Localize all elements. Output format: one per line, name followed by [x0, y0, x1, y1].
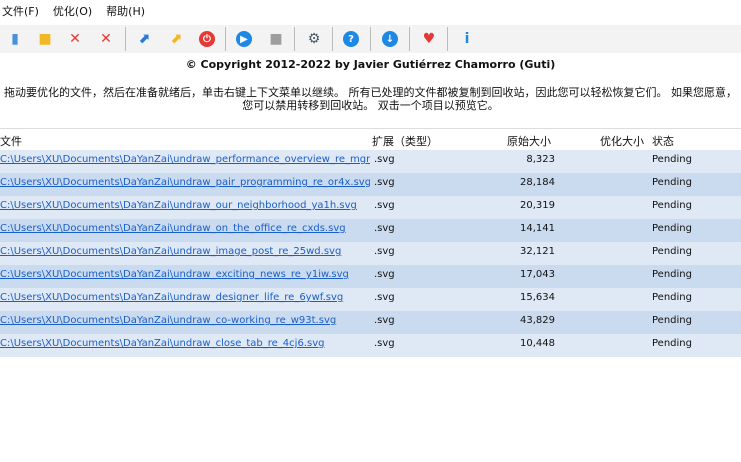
status: Pending [652, 292, 692, 303]
table-header: 文件 扩展（类型） 原始大小 优化大小 状态 [0, 128, 741, 149]
description: 拖动要优化的文件，然后在准备就绪后，单击右键上下文菜单以继续。 所有已处理的文件… [4, 86, 737, 112]
update-icon[interactable]: ↓ [380, 29, 400, 49]
status: Pending [652, 223, 692, 234]
toolbar-separator [332, 27, 333, 51]
clear-all-icon[interactable]: ✕ [96, 29, 116, 49]
col-file[interactable]: 文件 [0, 133, 22, 149]
table-row[interactable]: C:\Users\XU\Documents\DaYanZai\undraw_pe… [0, 150, 741, 173]
toolbar-separator [294, 27, 295, 51]
toolbar-separator [409, 27, 410, 51]
copyright: © Copyright 2012-2022 by Javier Gutiérre… [185, 58, 556, 71]
ext: .svg [374, 177, 395, 188]
file-path[interactable]: C:\Users\XU\Documents\DaYanZai\undraw_ou… [0, 200, 370, 211]
file-path[interactable]: C:\Users\XU\Documents\DaYanZai\undraw_pe… [0, 154, 370, 165]
status: Pending [652, 246, 692, 257]
add-folder-icon[interactable]: ■ [35, 29, 55, 49]
file-path[interactable]: C:\Users\XU\Documents\DaYanZai\undraw_co… [0, 315, 370, 326]
heart-icon[interactable]: ♥ [419, 29, 439, 49]
col-opt[interactable]: 优化大小 [600, 133, 644, 149]
table-row[interactable]: C:\Users\XU\Documents\DaYanZai\undraw_ou… [0, 196, 741, 219]
ext: .svg [374, 223, 395, 234]
table-row[interactable]: C:\Users\XU\Documents\DaYanZai\undraw_co… [0, 311, 741, 334]
orig-size: 28,184 [520, 177, 555, 188]
toolbar-separator [370, 27, 371, 51]
status: Pending [652, 338, 692, 349]
ext: .svg [374, 200, 395, 211]
info-icon[interactable]: i [457, 29, 477, 49]
toolbar-separator [225, 27, 226, 51]
toolbar-separator [447, 27, 448, 51]
ext: .svg [374, 154, 395, 165]
add-file-icon[interactable]: ▮ [5, 29, 25, 49]
file-path[interactable]: C:\Users\XU\Documents\DaYanZai\undraw_de… [0, 292, 370, 303]
play-icon[interactable]: ▶ [234, 29, 254, 49]
ext: .svg [374, 292, 395, 303]
export-icon[interactable]: ⬈ [134, 29, 154, 49]
table-row[interactable]: C:\Users\XU\Documents\DaYanZai\undraw_de… [0, 288, 741, 311]
power-icon[interactable]: ⏻ [197, 29, 217, 49]
toolbar-separator [125, 27, 126, 51]
ext: .svg [374, 269, 395, 280]
table-row[interactable]: C:\Users\XU\Documents\DaYanZai\undraw_pa… [0, 173, 741, 196]
status: Pending [652, 177, 692, 188]
status: Pending [652, 315, 692, 326]
orig-size: 32,121 [520, 246, 555, 257]
table-row[interactable]: C:\Users\XU\Documents\DaYanZai\undraw_ex… [0, 265, 741, 288]
orig-size: 20,319 [520, 200, 555, 211]
ext: .svg [374, 315, 395, 326]
orig-size: 17,043 [520, 269, 555, 280]
status: Pending [652, 200, 692, 211]
ext: .svg [374, 246, 395, 257]
stop-icon[interactable]: ■ [266, 29, 286, 49]
file-path[interactable]: C:\Users\XU\Documents\DaYanZai\undraw_on… [0, 223, 370, 234]
settings-icon[interactable]: ⚙ [304, 29, 324, 49]
remove-selected-icon[interactable]: ✕ [65, 29, 85, 49]
table-row[interactable]: C:\Users\XU\Documents\DaYanZai\undraw_im… [0, 242, 741, 265]
file-path[interactable]: C:\Users\XU\Documents\DaYanZai\undraw_ex… [0, 269, 370, 280]
col-orig[interactable]: 原始大小 [507, 133, 551, 149]
toolbar: ▮ ■ ✕ ✕ ⬈ ⬈ ⏻ ▶ ■ ⚙? ↓ ♥ i [0, 25, 741, 53]
menu-bar: 文件(F) 优化(O) 帮助(H) [0, 0, 741, 22]
col-status[interactable]: 状态 [652, 133, 674, 149]
orig-size: 15,634 [520, 292, 555, 303]
col-ext[interactable]: 扩展（类型） [372, 133, 438, 149]
orig-size: 10,448 [520, 338, 555, 349]
status: Pending [652, 269, 692, 280]
menu-file[interactable]: 文件(F) [2, 3, 39, 19]
open-folder-icon[interactable]: ⬈ [166, 29, 186, 49]
table-row[interactable]: C:\Users\XU\Documents\DaYanZai\undraw_cl… [0, 334, 741, 357]
ext: .svg [374, 338, 395, 349]
file-path[interactable]: C:\Users\XU\Documents\DaYanZai\undraw_im… [0, 246, 370, 257]
orig-size: 43,829 [520, 315, 555, 326]
help-icon[interactable]: ? [341, 29, 361, 49]
table-row[interactable]: C:\Users\XU\Documents\DaYanZai\undraw_on… [0, 219, 741, 242]
orig-size: 14,141 [520, 223, 555, 234]
status: Pending [652, 154, 692, 165]
orig-size: 8,323 [526, 154, 555, 165]
menu-help[interactable]: 帮助(H) [106, 3, 145, 19]
file-path[interactable]: C:\Users\XU\Documents\DaYanZai\undraw_cl… [0, 338, 370, 349]
file-path[interactable]: C:\Users\XU\Documents\DaYanZai\undraw_pa… [0, 177, 370, 188]
menu-optimize[interactable]: 优化(O) [53, 3, 92, 19]
